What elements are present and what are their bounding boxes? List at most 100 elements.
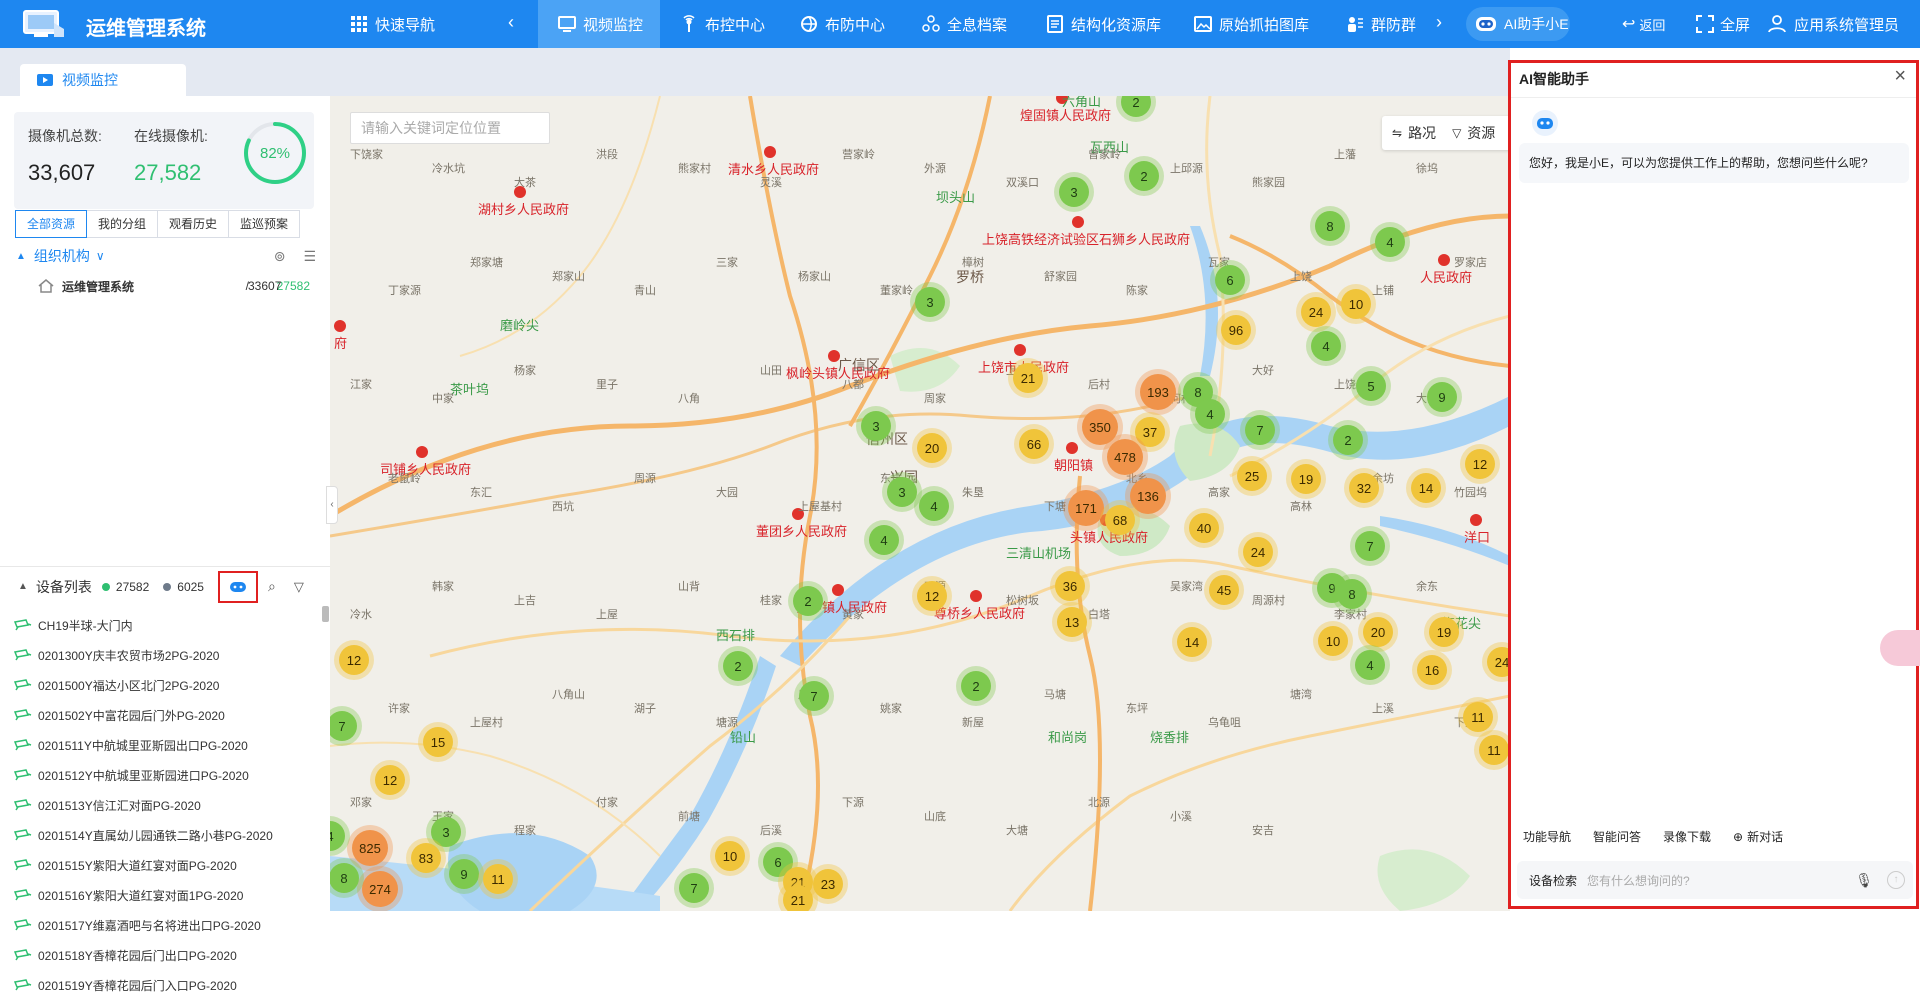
ai-search-button[interactable] — [217, 570, 258, 603]
map-search-input[interactable]: 请输入关键词定位位置 — [350, 112, 550, 144]
cluster-count: 7 — [690, 881, 697, 896]
list-item[interactable]: 0201513Y信江汇对面PG-2020 — [0, 790, 320, 820]
tab-my-groups[interactable]: 我的分组 — [86, 210, 159, 238]
input-mode-selector[interactable]: 设备检索 — [1517, 872, 1587, 889]
government-marker-icon[interactable] — [1470, 514, 1482, 526]
list-item[interactable]: 0201502Y中富花园后门外PG-2020 — [0, 700, 320, 730]
user-icon — [1768, 15, 1786, 33]
fullscreen-button[interactable]: 全屏 — [1696, 0, 1750, 48]
send-icon[interactable]: ↑ — [1887, 871, 1905, 889]
filter-icon[interactable]: ▽ — [294, 579, 304, 595]
nav-tab-raw-capture-library[interactable]: 原始抓拍图库 — [1194, 0, 1309, 48]
back-button[interactable]: ↩ 返回 — [1622, 0, 1665, 48]
org-root-total: 33607 — [248, 279, 282, 293]
robot-icon — [1476, 17, 1496, 31]
government-marker-icon[interactable] — [416, 446, 428, 458]
list-item[interactable]: 0201518Y香樟花园后门出口PG-2020 — [0, 940, 320, 970]
resource-filter[interactable]: ▽ 资源 — [1436, 123, 1495, 143]
nav-prev-arrow[interactable]: ‹ — [508, 12, 514, 33]
search-icon[interactable]: ⌕ — [268, 578, 276, 595]
map-village-label: 大好 — [1252, 363, 1274, 377]
nav-tab-label: 群防群 — [1371, 16, 1417, 34]
quick-action-smart-qa[interactable]: 智能问答 — [1593, 828, 1641, 845]
org-tree-header[interactable]: ▲ 组织机构 ∨ ⊚ ☰ — [16, 244, 316, 268]
map-place-label: 广信区 — [838, 357, 880, 373]
page-tab-video-monitor[interactable]: 视频监控 — [20, 64, 186, 96]
cluster-count: 4 — [1206, 407, 1213, 422]
cluster-count: 96 — [1229, 323, 1243, 338]
quick-nav-button[interactable]: 快速导航 — [350, 0, 435, 48]
cluster-count: 24 — [1251, 545, 1265, 560]
map-village-label: 徐坞 — [1416, 161, 1438, 175]
device-list-scrollbar[interactable] — [322, 606, 329, 622]
list-item[interactable]: 0201300Y庆丰农贸市场2PG-2020 — [0, 640, 320, 670]
collapse-triangle-icon[interactable]: ▲ — [18, 581, 28, 592]
cluster-count: 13 — [1065, 615, 1079, 630]
tab-all-resources[interactable]: 全部资源 — [15, 210, 88, 238]
list-item[interactable]: 0201514Y直属幼儿园通铁二路小巷PG-2020 — [0, 820, 320, 850]
quick-action-function-nav[interactable]: 功能导航 — [1523, 828, 1571, 845]
map-canvas[interactable]: 煌固镇人民政府清水乡人民政府湖村乡人民政府枫岭头镇人民政府上饶高铁经济试验区石狮… — [330, 96, 1510, 911]
list-item[interactable]: 0201515Y紫阳大道红宴对面PG-2020 — [0, 850, 320, 880]
map-village-label: 许家 — [388, 701, 410, 715]
locate-icon[interactable]: ⊚ — [274, 248, 286, 265]
map-village-label: 三家 — [716, 255, 738, 269]
nav-tab-group-defense[interactable]: 群防群 — [1346, 0, 1420, 48]
list-item[interactable]: 0201517Y维嘉酒吧与名将进出口PG-2020 — [0, 910, 320, 940]
cluster-count: 20 — [1371, 625, 1385, 640]
government-marker-icon[interactable] — [764, 146, 776, 158]
new-chat-button[interactable]: ⊕ 新对话 — [1733, 828, 1783, 845]
government-marker-icon[interactable] — [970, 590, 982, 602]
left-panel-collapse-handle[interactable]: ‹ — [326, 486, 338, 524]
user-menu[interactable]: 应用系统管理员 — [1768, 0, 1899, 48]
map-village-label: 上屋基村 — [798, 499, 842, 513]
cluster-count: 274 — [369, 882, 391, 897]
map-view[interactable]: 煌固镇人民政府 清水乡人民政府 湖村乡人民政府 枫岭头镇人民政府 上饶高铁经济试验区石狮… — [330, 96, 1510, 911]
map-village-label: 下源 — [842, 795, 864, 809]
government-marker-icon[interactable] — [1014, 344, 1026, 356]
map-village-label: 塘湾 — [1290, 687, 1312, 701]
map-village-label: 冷水坑 — [432, 161, 465, 175]
list-item[interactable]: CH19半球-大门内 — [0, 610, 320, 640]
device-name: CH19半球-大门内 — [38, 618, 133, 633]
nav-tab-video-monitor[interactable]: 视频监控 — [538, 0, 660, 48]
government-marker-icon[interactable] — [334, 320, 346, 332]
microphone-icon[interactable]: 🎙 — [1855, 872, 1873, 889]
government-marker-icon[interactable] — [1072, 216, 1084, 228]
map-village-label: 郑家山 — [552, 269, 585, 283]
government-marker-icon[interactable] — [832, 584, 844, 596]
quick-action-video-download[interactable]: 录像下载 — [1663, 828, 1711, 845]
cluster-count: 19 — [1437, 625, 1451, 640]
close-icon[interactable]: × — [1894, 65, 1906, 88]
nav-next-arrow[interactable]: › — [1436, 12, 1442, 33]
traffic-toggle[interactable]: ⇋ 路况 — [1382, 123, 1436, 143]
collapse-triangle-icon[interactable]: ▲ — [16, 251, 26, 262]
device-name: 0201512Y中航城里亚斯园进口PG-2020 — [38, 768, 249, 783]
camera-stats-card: 摄像机总数: 33,607 在线摄像机: 27,582 82% — [14, 112, 314, 209]
chat-input[interactable]: 您有什么想询问的? — [1587, 872, 1855, 889]
list-settings-icon[interactable]: ☰ — [303, 248, 316, 265]
tab-patrol-plans[interactable]: 监巡预案 — [228, 210, 301, 238]
cluster-count: 4 — [1322, 339, 1329, 354]
map-village-label: 郑家塘 — [470, 255, 503, 269]
map-village-label: 樟树 — [962, 255, 984, 269]
list-item[interactable]: 0201519Y香樟花园后门入口PG-2020 — [0, 970, 320, 1000]
cluster-count: 40 — [1197, 521, 1211, 536]
nav-tab-structured-library[interactable]: 结构化资源库 — [1046, 0, 1161, 48]
list-item[interactable]: 0201511Y中航城里亚斯园出口PG-2020 — [0, 730, 320, 760]
cluster-count: 36 — [1063, 579, 1077, 594]
list-item[interactable]: 0201516Y紫阳大道红宴对面1PG-2020 — [0, 880, 320, 910]
nav-tab-holographic-archive[interactable]: 全息档案 — [922, 0, 1007, 48]
nav-tab-defense-center[interactable]: 布防中心 — [800, 0, 885, 48]
cluster-count: 10 — [1349, 297, 1363, 312]
government-marker-icon[interactable] — [1438, 254, 1450, 266]
tab-watch-history[interactable]: 观看历史 — [157, 210, 230, 238]
government-marker-icon[interactable] — [1066, 442, 1078, 454]
floating-side-button[interactable] — [1880, 630, 1920, 666]
chevron-down-icon[interactable]: ∨ — [96, 249, 105, 263]
ai-assistant-button[interactable]: AI助手小E — [1466, 7, 1570, 41]
list-item[interactable]: 0201512Y中航城里亚斯园进口PG-2020 — [0, 760, 320, 790]
list-item[interactable]: 0201500Y福达小区北门2PG-2020 — [0, 670, 320, 700]
nav-tab-control-center[interactable]: 布控中心 — [680, 0, 765, 48]
map-clusters[interactable]: 2328462410964321193845943350377220664782… — [330, 96, 1510, 911]
